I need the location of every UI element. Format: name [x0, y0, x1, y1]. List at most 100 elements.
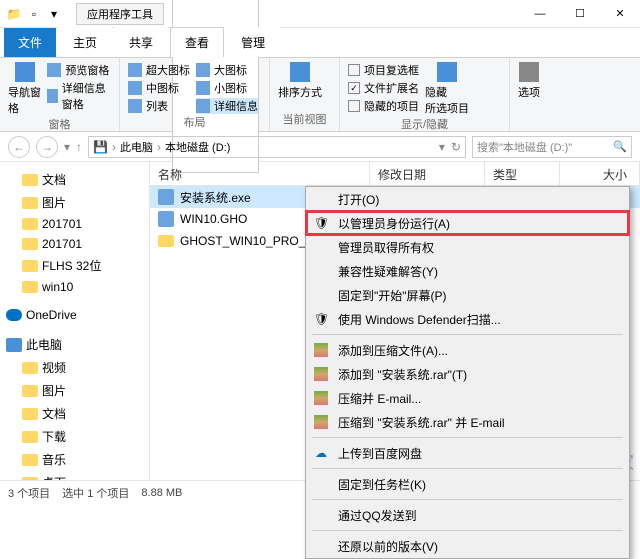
status-selected: 选中 1 个项目	[62, 485, 129, 501]
search-icon[interactable]: 🔍	[613, 140, 627, 153]
sidebar-item[interactable]: 图片	[4, 379, 145, 402]
qat-dropdown-icon[interactable]: ▾	[46, 6, 62, 22]
context-menu-item[interactable]: 还原以前的版本(V)	[306, 534, 629, 558]
maximize-button[interactable]: ☐	[560, 0, 600, 28]
context-menu-item[interactable]: 添加到 "安装系统.rar"(T)	[306, 362, 629, 386]
preview-pane-button[interactable]: 预览窗格	[47, 62, 111, 78]
context-menu-item[interactable]: 压缩到 "安装系统.rar" 并 E-mail	[306, 410, 629, 434]
details-pane-button[interactable]: 详细信息窗格	[47, 80, 111, 112]
qat-icon[interactable]: ▫	[26, 6, 42, 22]
sidebar-item[interactable]: win10	[4, 277, 145, 297]
context-menu-item[interactable]: 压缩并 E-mail...	[306, 386, 629, 410]
status-size: 8.88 MB	[141, 487, 182, 499]
tab-manage[interactable]: 管理	[226, 27, 280, 57]
tab-view[interactable]: 查看	[170, 27, 224, 57]
sidebar-item[interactable]: 桌面	[4, 471, 145, 480]
folder-icon	[22, 385, 38, 397]
sidebar-item[interactable]: OneDrive	[4, 305, 145, 325]
context-menu-item[interactable]: 兼容性疑难解答(Y)	[306, 259, 629, 283]
sidebar-item-label: 桌面	[42, 474, 66, 480]
sidebar-item[interactable]: 此电脑	[4, 333, 145, 356]
layout-list[interactable]: 列表	[128, 98, 190, 114]
sidebar-item-label: 视频	[42, 359, 66, 376]
sort-icon	[290, 62, 310, 82]
blank-icon	[312, 506, 330, 524]
back-button[interactable]: ←	[8, 136, 30, 158]
folder-icon	[22, 260, 38, 272]
chk-extensions[interactable]: ✓文件扩展名	[348, 80, 419, 96]
layout-xl[interactable]: 超大图标	[128, 62, 190, 78]
sidebar-item-label: 201701	[42, 217, 82, 231]
app-icon: 📁	[6, 6, 22, 22]
rar-icon	[312, 341, 330, 359]
context-menu-item[interactable]: 固定到任务栏(K)	[306, 472, 629, 496]
sidebar-item[interactable]: 201701	[4, 234, 145, 254]
context-menu-item[interactable]: 使用 Windows Defender扫描...	[306, 307, 629, 331]
refresh-icon[interactable]: ↻	[451, 140, 461, 154]
close-button[interactable]: ✕	[600, 0, 640, 28]
breadcrumb[interactable]: 本地磁盘 (D:)	[165, 139, 230, 155]
context-menu-item[interactable]: 固定到"开始"屏幕(P)	[306, 283, 629, 307]
tab-home[interactable]: 主页	[58, 27, 112, 57]
forward-button[interactable]: →	[36, 136, 58, 158]
sidebar-item[interactable]: 音乐	[4, 448, 145, 471]
col-header-date[interactable]: 修改日期	[370, 162, 485, 185]
folder-icon	[22, 238, 38, 250]
sidebar-item[interactable]: 图片	[4, 191, 145, 214]
tab-file[interactable]: 文件	[4, 28, 56, 57]
folder-icon	[22, 477, 38, 481]
sidebar-item-label: OneDrive	[26, 308, 77, 322]
file-icon	[158, 211, 174, 227]
sidebar-item-label: 音乐	[42, 451, 66, 468]
sidebar-item[interactable]: 文档	[4, 402, 145, 425]
layout-m[interactable]: 中图标	[128, 80, 190, 96]
status-count: 3 个项目	[8, 485, 50, 501]
chk-hidden[interactable]: 隐藏的项目	[348, 98, 419, 114]
shield-icon	[312, 310, 330, 328]
layout-details[interactable]: 详细信息	[196, 98, 258, 114]
context-menu-item[interactable]: 以管理员身份运行(A)	[306, 211, 629, 235]
recent-dropdown[interactable]: ▾	[64, 140, 70, 154]
sidebar-item-label: FLHS 32位	[42, 257, 101, 274]
sidebar-item[interactable]: 视频	[4, 356, 145, 379]
dropdown-icon[interactable]: ▾	[439, 140, 445, 154]
col-header-name[interactable]: 名称	[150, 162, 370, 185]
sidebar-item-label: 文档	[42, 405, 66, 422]
tool-tab[interactable]: 应用程序工具	[76, 3, 164, 25]
rar-icon	[312, 365, 330, 383]
context-menu-item[interactable]: 添加到压缩文件(A)...	[306, 338, 629, 362]
options-icon	[519, 62, 539, 82]
context-menu-item[interactable]: 管理员取得所有权	[306, 235, 629, 259]
sidebar-item[interactable]: FLHS 32位	[4, 254, 145, 277]
minimize-button[interactable]: —	[520, 0, 560, 28]
context-menu-item[interactable]: 通过QQ发送到	[306, 503, 629, 527]
col-header-type[interactable]: 类型	[485, 162, 560, 185]
rar-icon	[312, 389, 330, 407]
rar-icon	[312, 413, 330, 431]
folder-icon	[22, 454, 38, 466]
hide-selected-button[interactable]: 隐藏 所选项目	[425, 62, 469, 116]
breadcrumb[interactable]: 此电脑	[120, 139, 153, 155]
ribbon-group-pane: 窗格	[8, 116, 111, 132]
chk-itemcheckbox[interactable]: 项目复选框	[348, 62, 419, 78]
folder-icon	[22, 362, 38, 374]
sort-button[interactable]: 排序方式	[278, 62, 322, 100]
col-header-size[interactable]: 大小	[560, 162, 640, 185]
drive-icon: 💾	[93, 140, 108, 154]
search-input[interactable]: 搜索"本地磁盘 (D:)" 🔍	[472, 136, 632, 158]
address-bar[interactable]: 💾 › 此电脑 › 本地磁盘 (D:) ▾ ↻	[88, 136, 466, 158]
sidebar-item[interactable]: 下载	[4, 425, 145, 448]
layout-l[interactable]: 大图标	[196, 62, 258, 78]
options-button[interactable]: 选项	[518, 62, 540, 100]
context-menu-item[interactable]: ☁上传到百度网盘	[306, 441, 629, 465]
context-menu: 打开(O)以管理员身份运行(A)管理员取得所有权兼容性疑难解答(Y)固定到"开始…	[305, 186, 630, 559]
context-menu-item[interactable]: 打开(O)	[306, 187, 629, 211]
nav-pane-icon	[15, 62, 35, 82]
sidebar-item[interactable]: 201701	[4, 214, 145, 234]
tab-share[interactable]: 共享	[114, 27, 168, 57]
up-button[interactable]: ↑	[76, 140, 82, 154]
sidebar-item[interactable]: 文档	[4, 168, 145, 191]
layout-s[interactable]: 小图标	[196, 80, 258, 96]
nav-pane-button[interactable]: 导航窗格	[8, 62, 41, 116]
blank-icon	[312, 286, 330, 304]
